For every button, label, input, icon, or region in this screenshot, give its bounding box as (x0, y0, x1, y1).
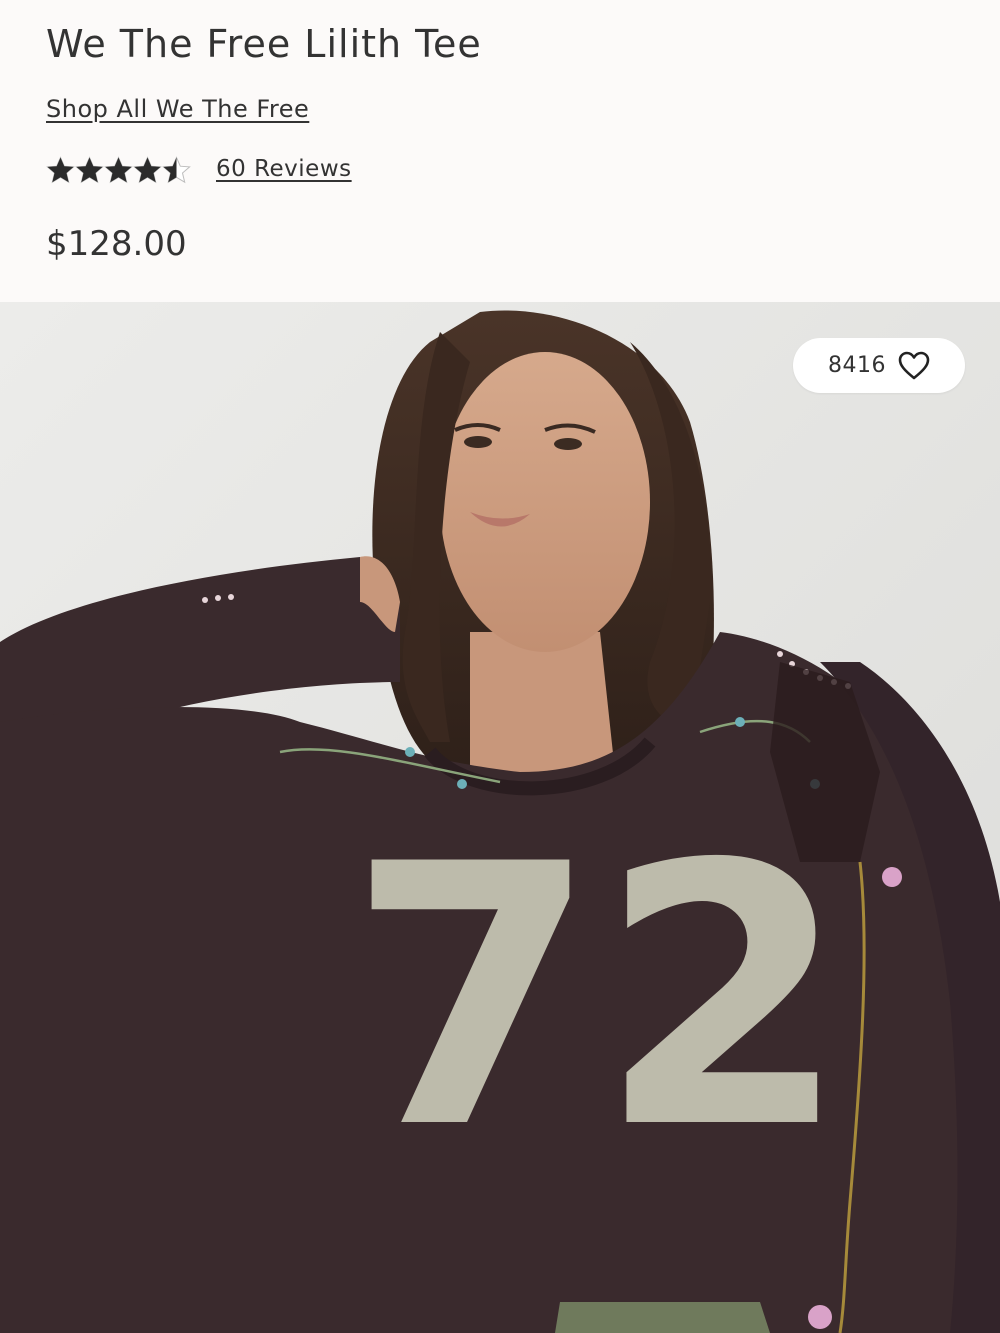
product-price: $128.00 (46, 224, 187, 264)
product-image[interactable]: 72 (0, 302, 1000, 1333)
product-page: We The Free Lilith Tee Shop All We The F… (0, 0, 1000, 1333)
product-title: We The Free Lilith Tee (46, 22, 482, 66)
favorite-button[interactable]: 8416 (793, 338, 965, 393)
star-icon (162, 156, 191, 184)
shop-all-brand-link[interactable]: Shop All We The Free (46, 95, 309, 123)
star-rating (46, 155, 192, 185)
star-icon (133, 156, 162, 184)
heart-icon (898, 351, 930, 379)
favorites-count: 8416 (828, 353, 886, 378)
shirt-number-print: 72 (348, 788, 849, 1207)
product-info: We The Free Lilith Tee Shop All We The F… (0, 0, 1000, 302)
product-photo-illustration: 72 (0, 302, 1000, 1333)
reviews-link[interactable]: 60 Reviews (216, 156, 352, 182)
star-icon (46, 156, 75, 184)
star-icon (75, 156, 104, 184)
rating-stars[interactable] (46, 152, 192, 188)
star-icon (104, 156, 133, 184)
